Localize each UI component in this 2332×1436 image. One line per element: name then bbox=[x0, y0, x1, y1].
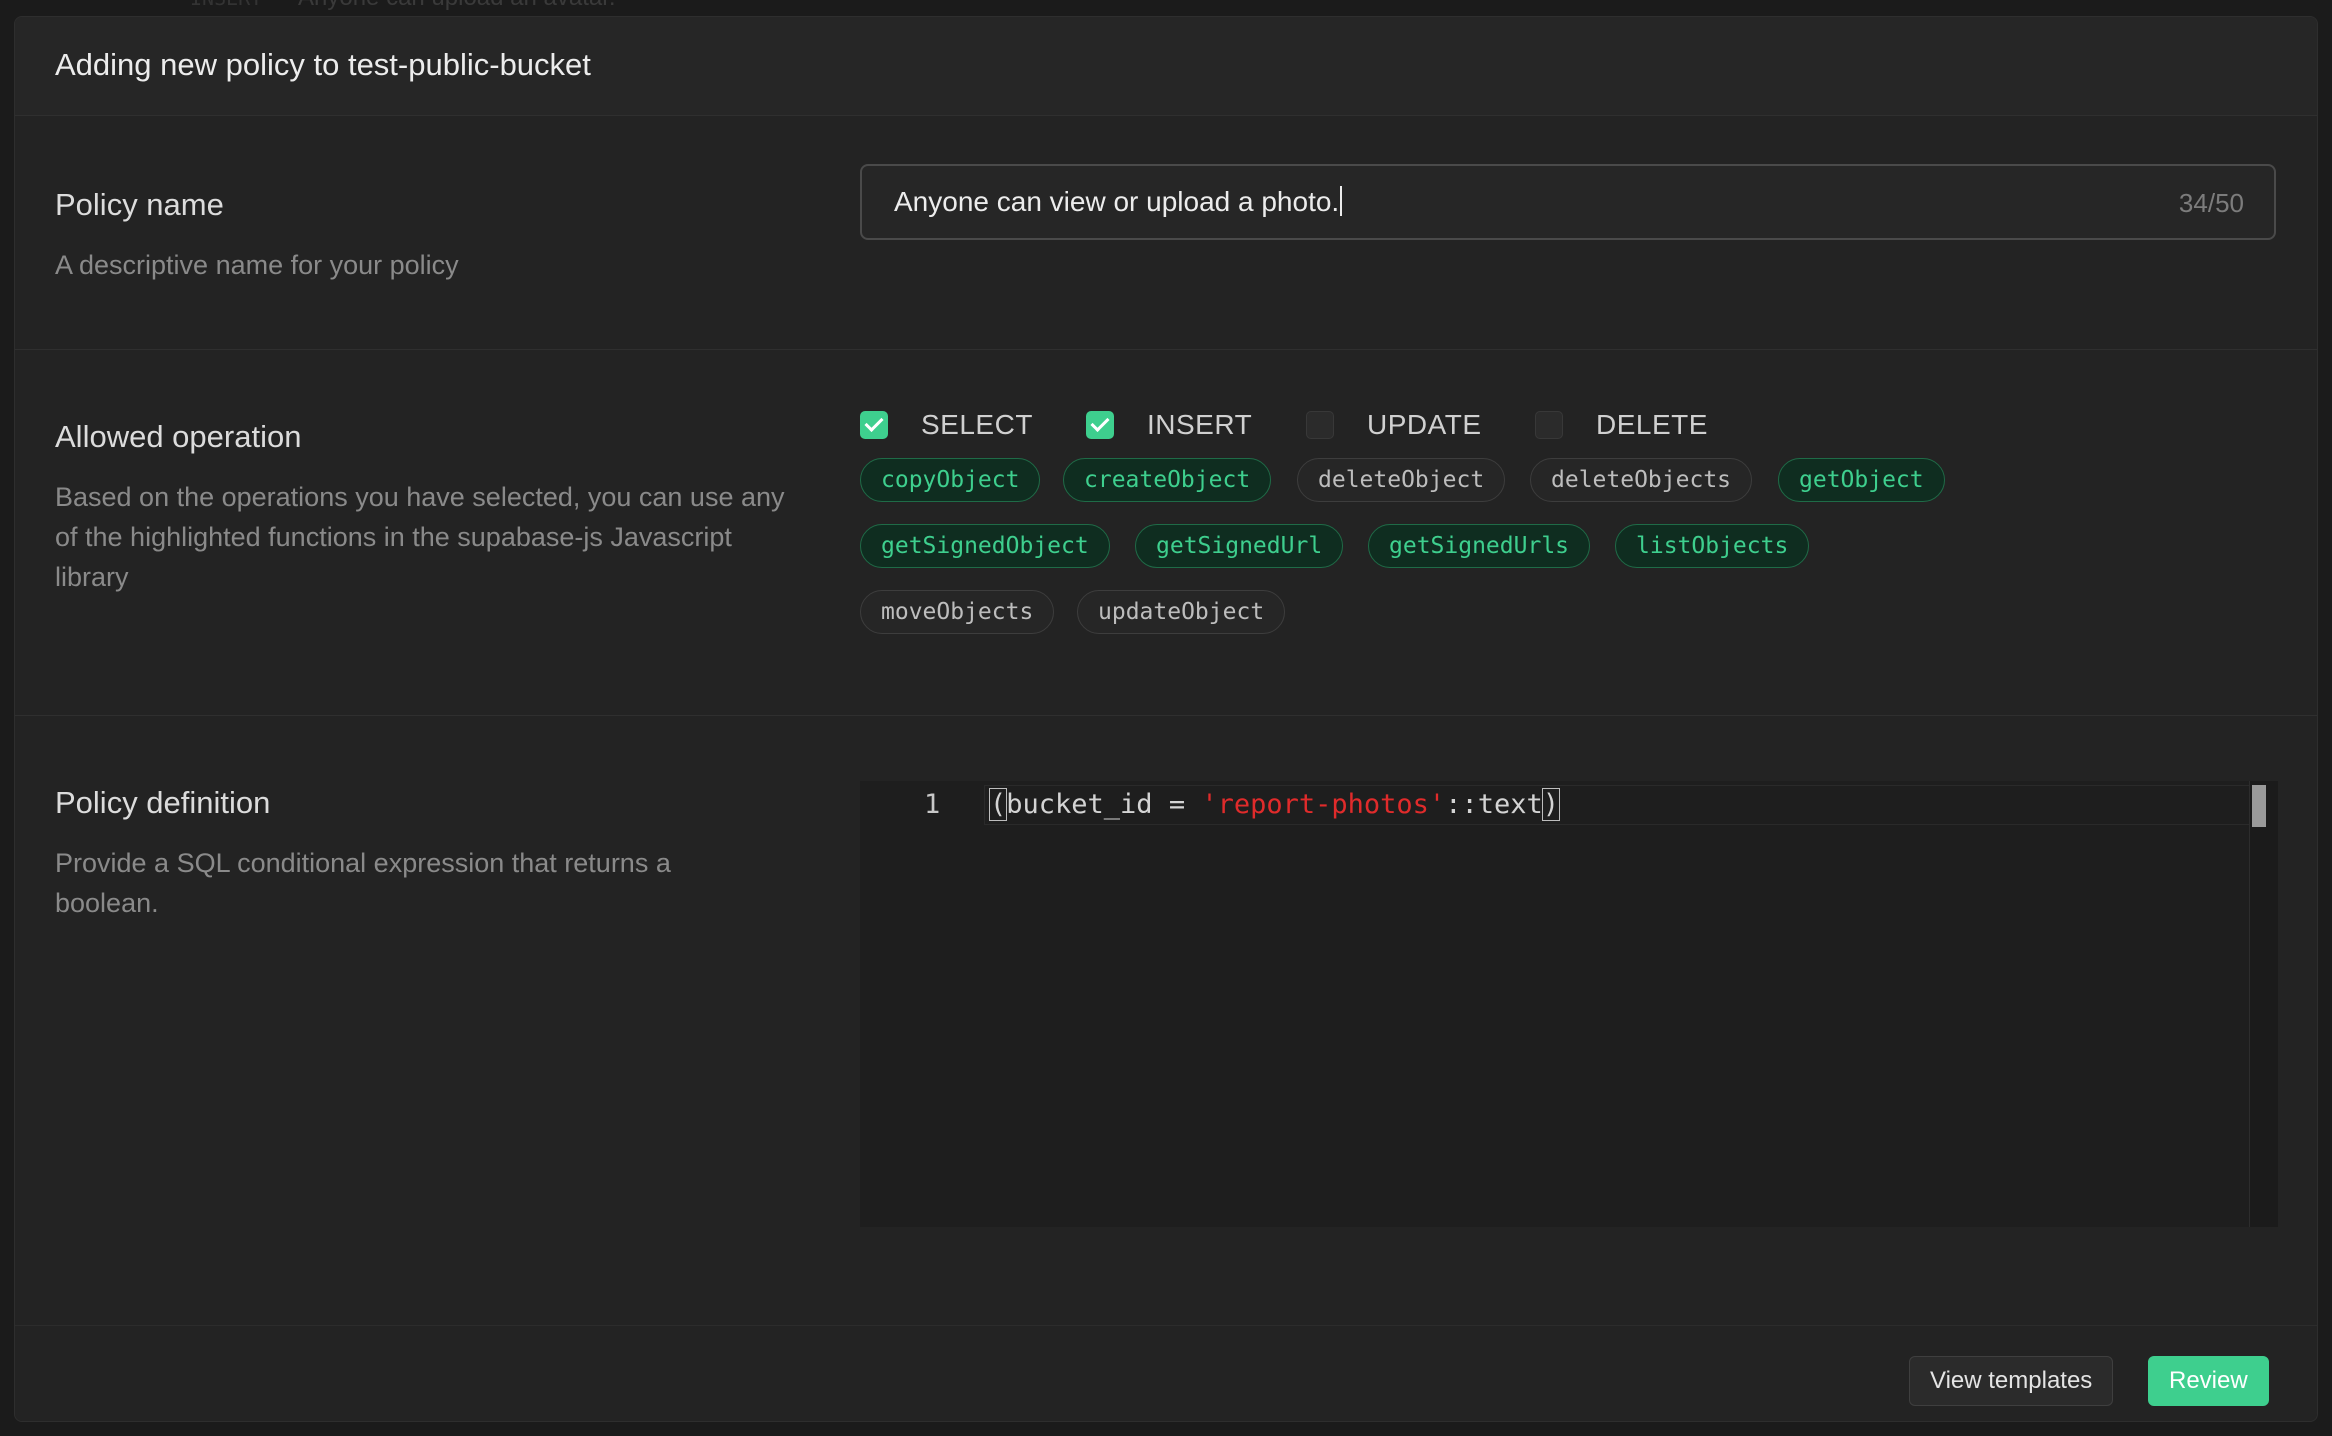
modal-title: Adding new policy to test-public-bucket bbox=[55, 47, 591, 82]
editor-scrollbar[interactable] bbox=[2249, 781, 2278, 1227]
review-button[interactable]: Review bbox=[2148, 1356, 2269, 1406]
select-checkbox[interactable] bbox=[860, 411, 888, 439]
sql-editor[interactable]: 1 (bucket_id = 'report-photos'::text) bbox=[860, 781, 2278, 1227]
policy-name-description: A descriptive name for your policy bbox=[55, 250, 459, 280]
insert-checkbox[interactable] bbox=[1086, 411, 1114, 439]
insert-label: INSERT bbox=[1147, 409, 1253, 440]
sql-expression[interactable]: (bucket_id = 'report-photos'::text) bbox=[988, 788, 1561, 821]
policy-name-value: Anyone can view or upload a photo. bbox=[894, 186, 1343, 218]
policy-definition-title: Policy definition bbox=[55, 785, 271, 820]
delete-checkbox[interactable] bbox=[1535, 411, 1563, 439]
line-number: 1 bbox=[924, 789, 941, 820]
select-label: SELECT bbox=[921, 409, 1033, 440]
text-caret bbox=[1340, 186, 1343, 216]
view-templates-button[interactable]: View templates bbox=[1909, 1356, 2114, 1406]
modal-footer: View templates Review bbox=[15, 1325, 2317, 1421]
function-chip-listObjects: listObjects bbox=[1615, 524, 1810, 568]
update-label: UPDATE bbox=[1367, 409, 1482, 440]
policy-name-input[interactable]: Anyone can view or upload a photo. 34/50 bbox=[860, 164, 2276, 240]
allowed-operation-title: Allowed operation bbox=[55, 419, 302, 454]
policy-name-title: Policy name bbox=[55, 187, 224, 222]
modal-header: Adding new policy to test-public-bucket bbox=[15, 17, 2317, 116]
function-chip-moveObjects: moveObjects bbox=[860, 590, 1055, 634]
delete-label: DELETE bbox=[1596, 409, 1708, 440]
update-checkbox[interactable] bbox=[1306, 411, 1334, 439]
function-chip-deleteObject: deleteObject bbox=[1297, 458, 1506, 502]
function-chip-getSignedObject: getSignedObject bbox=[860, 524, 1110, 568]
function-chip-updateObject: updateObject bbox=[1077, 590, 1286, 634]
background-operation-label: INSERT bbox=[190, 0, 262, 10]
function-chip-copyObject: copyObject bbox=[860, 458, 1041, 502]
function-chip-getSignedUrl: getSignedUrl bbox=[1135, 524, 1344, 568]
editor-scrollbar-thumb[interactable] bbox=[2252, 785, 2266, 827]
background-policy-name: Anyone can upload an avatar. bbox=[298, 0, 616, 12]
character-counter: 34/50 bbox=[2178, 188, 2244, 218]
function-chip-getObject: getObject bbox=[1778, 458, 1945, 502]
allowed-operation-description: Based on the operations you have selecte… bbox=[55, 482, 785, 592]
function-chip-getSignedUrls: getSignedUrls bbox=[1368, 524, 1591, 568]
policy-definition-description: Provide a SQL conditional expression tha… bbox=[55, 848, 671, 918]
add-policy-modal: Adding new policy to test-public-bucket … bbox=[14, 16, 2318, 1422]
function-chip-createObject: createObject bbox=[1063, 458, 1272, 502]
function-chip-deleteObjects: deleteObjects bbox=[1530, 458, 1753, 502]
